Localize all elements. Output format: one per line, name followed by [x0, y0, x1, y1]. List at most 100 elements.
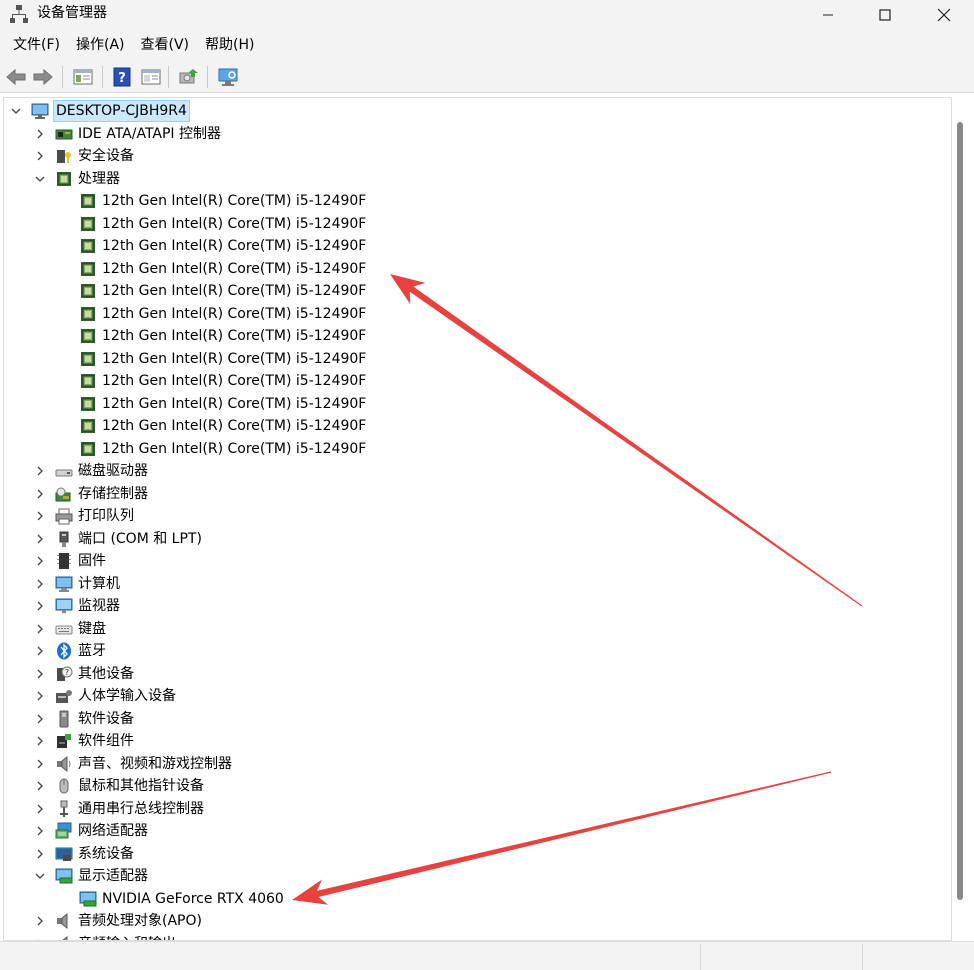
close-button[interactable]	[914, 0, 974, 30]
tree-category[interactable]: 音频输入和输出	[4, 933, 951, 940]
tree-category[interactable]: 蓝牙	[4, 640, 951, 662]
chevron-right-icon[interactable]	[33, 554, 47, 568]
tree-device-item[interactable]: 12th Gen Intel(R) Core(TM) i5-12490F	[4, 280, 951, 302]
tree-category[interactable]: 安全设备	[4, 145, 951, 167]
tree-category-label: 存储控制器	[78, 485, 148, 502]
minimize-button[interactable]	[798, 0, 858, 30]
chevron-right-icon[interactable]	[33, 712, 47, 726]
tree-category[interactable]: 通用串行总线控制器	[4, 798, 951, 820]
tree-category-label: 打印队列	[78, 508, 134, 524]
tree-device-item[interactable]: 12th Gen Intel(R) Core(TM) i5-12490F	[4, 438, 951, 460]
tree-category[interactable]: 存储控制器	[4, 483, 951, 505]
chevron-right-icon[interactable]	[33, 734, 47, 748]
system-device-icon	[55, 847, 73, 861]
tree-category[interactable]: 鼠标和其他指针设备	[4, 775, 951, 797]
tree-category[interactable]: 打印队列	[4, 505, 951, 527]
tree-device-label: NVIDIA GeForce RTX 4060	[102, 890, 284, 907]
tree-device-item[interactable]: 12th Gen Intel(R) Core(TM) i5-12490F	[4, 235, 951, 257]
tree-category-label: 计算机	[78, 575, 120, 592]
menu-bar: 文件(F) 操作(A) 查看(V) 帮助(H)	[0, 30, 974, 60]
device-tree[interactable]: DESKTOP-CJBH9R4 IDE ATA/ATAPI 控制器 安全设备 处理器 1…	[3, 97, 952, 941]
tree-device-item[interactable]: 12th Gen Intel(R) Core(TM) i5-12490F	[4, 415, 951, 437]
toolbar-separator	[102, 66, 103, 88]
chevron-right-icon[interactable]	[33, 622, 47, 636]
network-adapter-icon	[55, 822, 72, 839]
chevron-right-icon[interactable]	[33, 149, 47, 163]
chevron-right-icon[interactable]	[33, 532, 47, 546]
tree-category[interactable]: 固件	[4, 550, 951, 572]
tree-device-item[interactable]: 12th Gen Intel(R) Core(TM) i5-12490F	[4, 370, 951, 392]
tree-category[interactable]: 声音、视频和游戏控制器	[4, 753, 951, 775]
tree-category[interactable]: 音频处理对象(APO)	[4, 910, 951, 932]
tree-category-label: 声音、视频和游戏控制器	[78, 755, 232, 772]
tree-category[interactable]: IDE ATA/ATAPI 控制器	[4, 123, 951, 145]
chevron-right-icon[interactable]	[33, 487, 47, 501]
bluetooth-icon	[57, 642, 71, 660]
tree-category[interactable]: 计算机	[4, 573, 951, 595]
tree-device-item[interactable]: 12th Gen Intel(R) Core(TM) i5-12490F	[4, 190, 951, 212]
tree-root-label: DESKTOP-CJBH9R4	[53, 100, 190, 122]
tree-category[interactable]: 端口 (COM 和 LPT)	[4, 528, 951, 550]
chevron-right-icon[interactable]	[33, 667, 47, 681]
chevron-right-icon[interactable]	[33, 914, 47, 928]
chevron-right-icon[interactable]	[33, 757, 47, 771]
chevron-right-icon[interactable]	[33, 464, 47, 478]
tree-device-item[interactable]: 12th Gen Intel(R) Core(TM) i5-12490F	[4, 348, 951, 370]
tree-category[interactable]: 系统设备	[4, 843, 951, 865]
chevron-down-icon[interactable]	[33, 869, 47, 883]
menu-help[interactable]: 帮助(H)	[197, 30, 262, 60]
tree-root-node[interactable]: DESKTOP-CJBH9R4	[4, 100, 951, 122]
svg-text:?: ?	[65, 668, 69, 677]
chevron-right-icon[interactable]	[33, 644, 47, 658]
chevron-down-icon[interactable]	[33, 172, 47, 186]
vertical-scrollbar-thumb[interactable]	[957, 122, 963, 900]
tree-category[interactable]: ? 其他设备	[4, 663, 951, 685]
tree-category[interactable]: 键盘	[4, 618, 951, 640]
tree-category-label: IDE ATA/ATAPI 控制器	[78, 125, 222, 142]
help-button[interactable]: ?	[110, 65, 134, 89]
tree-device-item[interactable]: 12th Gen Intel(R) Core(TM) i5-12490F	[4, 213, 951, 235]
tree-device-item[interactable]: 12th Gen Intel(R) Core(TM) i5-12490F	[4, 258, 951, 280]
tree-device-item[interactable]: 12th Gen Intel(R) Core(TM) i5-12490F	[4, 303, 951, 325]
firmware-icon	[57, 553, 71, 569]
vertical-scrollbar[interactable]	[952, 97, 974, 941]
chevron-right-icon[interactable]	[33, 779, 47, 793]
menu-view[interactable]: 查看(V)	[133, 30, 198, 60]
chevron-right-icon[interactable]	[33, 577, 47, 591]
tree-category[interactable]: 监视器	[4, 595, 951, 617]
chevron-right-icon[interactable]	[33, 127, 47, 141]
tree-category[interactable]: 网络适配器	[4, 820, 951, 842]
maximize-button[interactable]	[855, 0, 915, 30]
keyboard-icon	[55, 625, 73, 634]
tree-category[interactable]: 人体学输入设备	[4, 685, 951, 707]
tree-category[interactable]: 软件组件	[4, 730, 951, 752]
tree-category[interactable]: 磁盘驱动器	[4, 460, 951, 482]
tree-device-item[interactable]: 12th Gen Intel(R) Core(TM) i5-12490F	[4, 325, 951, 347]
properties-button[interactable]	[139, 65, 163, 89]
tree-category[interactable]: 处理器	[4, 168, 951, 190]
processor-icon	[81, 374, 95, 388]
forward-button[interactable]	[31, 65, 55, 89]
tree-category-label: 软件组件	[78, 733, 134, 749]
chevron-right-icon[interactable]	[33, 689, 47, 703]
back-button[interactable]	[4, 65, 28, 89]
chevron-right-icon[interactable]	[33, 847, 47, 861]
processor-icon	[81, 419, 95, 433]
tree-device-item[interactable]: 12th Gen Intel(R) Core(TM) i5-12490F	[4, 393, 951, 415]
chevron-right-icon[interactable]	[33, 509, 47, 523]
show-hide-console-tree-button[interactable]	[71, 65, 95, 89]
tree-category[interactable]: 软件设备	[4, 708, 951, 730]
chevron-right-icon[interactable]	[33, 599, 47, 613]
tree-category[interactable]: 显示适配器	[4, 865, 951, 887]
update-driver-button[interactable]	[177, 65, 201, 89]
menu-file[interactable]: 文件(F)	[5, 30, 68, 60]
chevron-down-icon[interactable]	[9, 104, 23, 118]
chevron-right-icon[interactable]	[33, 824, 47, 838]
tree-category-label: 系统设备	[78, 845, 134, 862]
chevron-right-icon[interactable]	[33, 802, 47, 816]
menu-action[interactable]: 操作(A)	[68, 30, 133, 60]
tree-device-item[interactable]: NVIDIA GeForce RTX 4060	[4, 888, 951, 910]
properties-icon	[141, 69, 161, 85]
scan-hardware-changes-button[interactable]	[216, 65, 240, 89]
tree-device-label: 12th Gen Intel(R) Core(TM) i5-12490F	[102, 283, 367, 299]
